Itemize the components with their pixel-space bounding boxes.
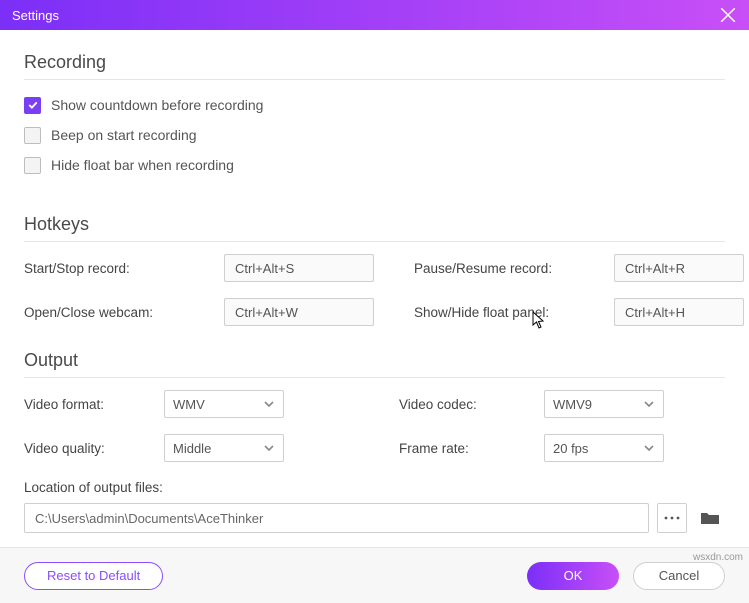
label-start-stop: Start/Stop record:	[24, 261, 224, 276]
select-video-quality[interactable]: Middle	[164, 434, 284, 462]
close-icon[interactable]	[719, 6, 737, 24]
hotkey-float-panel[interactable]: Ctrl+Alt+H	[614, 298, 744, 326]
select-video-format[interactable]: WMV	[164, 390, 284, 418]
divider	[24, 79, 725, 80]
hotkeys-heading: Hotkeys	[24, 214, 725, 235]
option-show-countdown[interactable]: Show countdown before recording	[24, 90, 725, 120]
output-path-row: C:\Users\admin\Documents\AceThinker	[24, 503, 725, 533]
chevron-down-icon	[643, 398, 655, 410]
select-value: Middle	[173, 441, 211, 456]
label-video-quality: Video quality:	[24, 441, 164, 456]
hotkeys-grid: Start/Stop record: Ctrl+Alt+S Pause/Resu…	[24, 254, 725, 326]
select-value: WMV9	[553, 397, 592, 412]
more-button[interactable]	[657, 503, 687, 533]
label-webcam: Open/Close webcam:	[24, 305, 224, 320]
watermark: wsxdn.com	[693, 552, 743, 563]
hotkey-start-stop[interactable]: Ctrl+Alt+S	[224, 254, 374, 282]
browse-folder-button[interactable]	[695, 503, 725, 533]
window-title: Settings	[12, 8, 59, 23]
output-grid: Video format: WMV Video codec: WMV9 Vide…	[24, 390, 725, 462]
select-video-codec[interactable]: WMV9	[544, 390, 664, 418]
label-output-location: Location of output files:	[24, 480, 725, 495]
option-label: Beep on start recording	[51, 127, 197, 143]
checkbox-checked-icon[interactable]	[24, 97, 41, 114]
footer: Reset to Default OK Cancel	[0, 547, 749, 603]
label-float-panel: Show/Hide float panel:	[414, 305, 614, 320]
select-frame-rate[interactable]: 20 fps	[544, 434, 664, 462]
checkbox-unchecked-icon[interactable]	[24, 127, 41, 144]
ellipsis-icon	[664, 515, 680, 521]
divider	[24, 241, 725, 242]
settings-content: Recording Show countdown before recordin…	[0, 30, 749, 547]
output-path-field[interactable]: C:\Users\admin\Documents\AceThinker	[24, 503, 649, 533]
chevron-down-icon	[263, 442, 275, 454]
label-frame-rate: Frame rate:	[399, 441, 544, 456]
titlebar: Settings	[0, 0, 749, 30]
select-value: 20 fps	[553, 441, 588, 456]
option-label: Hide float bar when recording	[51, 157, 234, 173]
checkbox-unchecked-icon[interactable]	[24, 157, 41, 174]
option-beep-start[interactable]: Beep on start recording	[24, 120, 725, 150]
label-video-format: Video format:	[24, 397, 164, 412]
select-value: WMV	[173, 397, 205, 412]
chevron-down-icon	[263, 398, 275, 410]
option-hide-float-bar[interactable]: Hide float bar when recording	[24, 150, 725, 180]
output-heading: Output	[24, 350, 725, 371]
divider	[24, 377, 725, 378]
hotkey-pause-resume[interactable]: Ctrl+Alt+R	[614, 254, 744, 282]
recording-heading: Recording	[24, 52, 725, 73]
label-video-codec: Video codec:	[399, 397, 544, 412]
folder-icon	[700, 510, 720, 526]
label-pause-resume: Pause/Resume record:	[414, 261, 614, 276]
chevron-down-icon	[643, 442, 655, 454]
hotkey-webcam[interactable]: Ctrl+Alt+W	[224, 298, 374, 326]
option-label: Show countdown before recording	[51, 97, 263, 113]
